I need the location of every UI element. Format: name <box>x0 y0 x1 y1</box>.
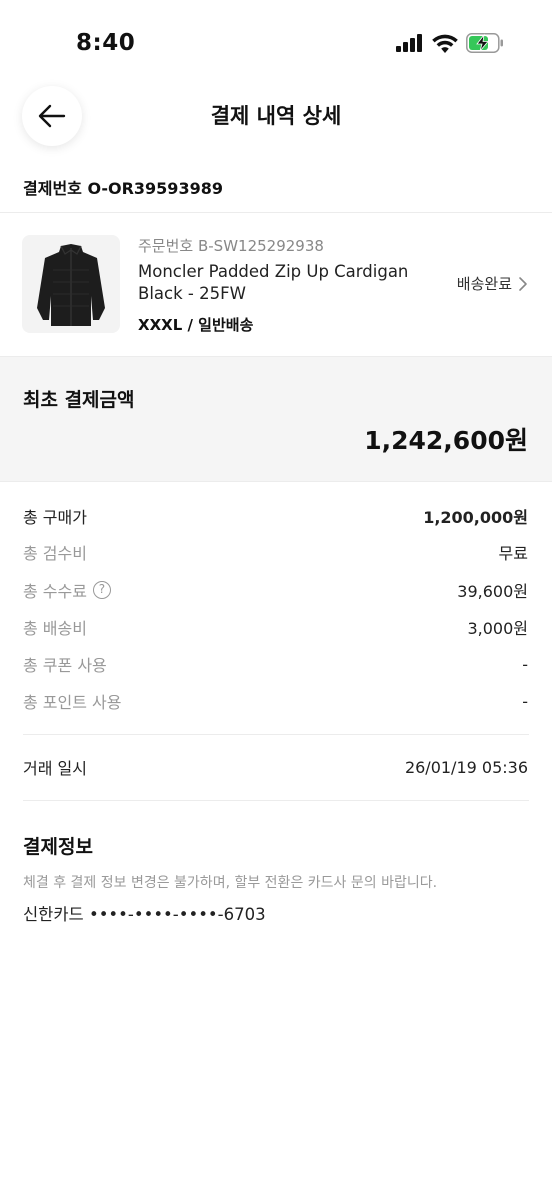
breakdown-row-shipping: 총 배송비 3,000원 <box>23 615 528 639</box>
breakdown-value: 1,200,000원 <box>423 508 528 527</box>
transaction-date-row: 거래 일시 26/01/19 05:36 <box>23 755 528 779</box>
breakdown-row-coupon: 총 쿠폰 사용 - <box>23 652 528 676</box>
product-row[interactable]: 주문번호 B-SW125292938 Moncler Padded Zip Up… <box>0 213 552 356</box>
breakdown-value: 3,000원 <box>467 619 528 638</box>
breakdown-value: - <box>522 654 528 674</box>
status-time: 8:40 <box>76 30 136 56</box>
breakdown-label: 총 포인트 사용 <box>23 693 122 712</box>
transaction-date-value: 26/01/19 05:36 <box>404 757 528 777</box>
card-info: 신한카드 ••••-••••-••••-6703 <box>23 905 266 924</box>
payment-info-note: 체결 후 결제 정보 변경은 불가하며, 할부 전환은 카드사 문의 바랍니다. <box>23 875 438 891</box>
status-bar: 8:40 <box>0 0 552 80</box>
divider <box>23 800 529 801</box>
total-payment-amount: 1,242,600원 <box>364 426 528 455</box>
breakdown-label-wrap: 총 수수료 ? <box>23 578 111 602</box>
total-payment-section: 최초 결제금액 1,242,600원 <box>0 356 552 482</box>
breakdown-label: 총 검수비 <box>23 544 87 563</box>
product-option: XXXL / 일반배송 <box>138 316 254 334</box>
chevron-right-icon <box>519 276 527 291</box>
jacket-image <box>37 244 105 326</box>
delivery-status-label: 배송완료 <box>456 275 512 293</box>
status-icons <box>396 33 504 53</box>
payment-number: 결제번호 O-OR39593989 <box>23 179 223 198</box>
breakdown-value: - <box>522 691 528 711</box>
help-icon[interactable]: ? <box>92 581 111 599</box>
battery-charging-icon <box>466 33 503 53</box>
breakdown-row-inspection: 총 검수비 무료 <box>23 540 528 564</box>
total-payment-label: 최초 결제금액 <box>23 389 135 411</box>
product-thumbnail <box>22 235 120 333</box>
breakdown-label: 총 쿠폰 사용 <box>23 656 107 675</box>
breakdown-label: 총 배송비 <box>23 619 87 638</box>
breakdown-row-fee: 총 수수료 ? 39,600원 <box>23 578 528 602</box>
signal-icon <box>396 34 422 52</box>
product-name: Moncler Padded Zip Up Cardigan Black - 2… <box>138 262 409 303</box>
breakdown-label: 총 수수료 <box>23 582 87 601</box>
payment-info-title: 결제정보 <box>23 836 93 858</box>
wifi-icon <box>432 34 458 53</box>
transaction-date-label: 거래 일시 <box>23 759 87 778</box>
order-number: 주문번호 B-SW125292938 <box>138 237 324 255</box>
breakdown-row-points: 총 포인트 사용 - <box>23 689 528 713</box>
delivery-status[interactable]: 배송완료 <box>457 273 528 294</box>
breakdown-value: 39,600원 <box>457 582 528 601</box>
breakdown-row-purchase: 총 구매가 1,200,000원 <box>23 504 528 528</box>
breakdown-label: 총 구매가 <box>23 508 87 527</box>
breakdown-value: 무료 <box>498 544 528 563</box>
divider <box>23 734 529 735</box>
page-title: 결제 내역 상세 <box>210 104 342 128</box>
navigation-header: 결제 내역 상세 <box>0 80 552 160</box>
